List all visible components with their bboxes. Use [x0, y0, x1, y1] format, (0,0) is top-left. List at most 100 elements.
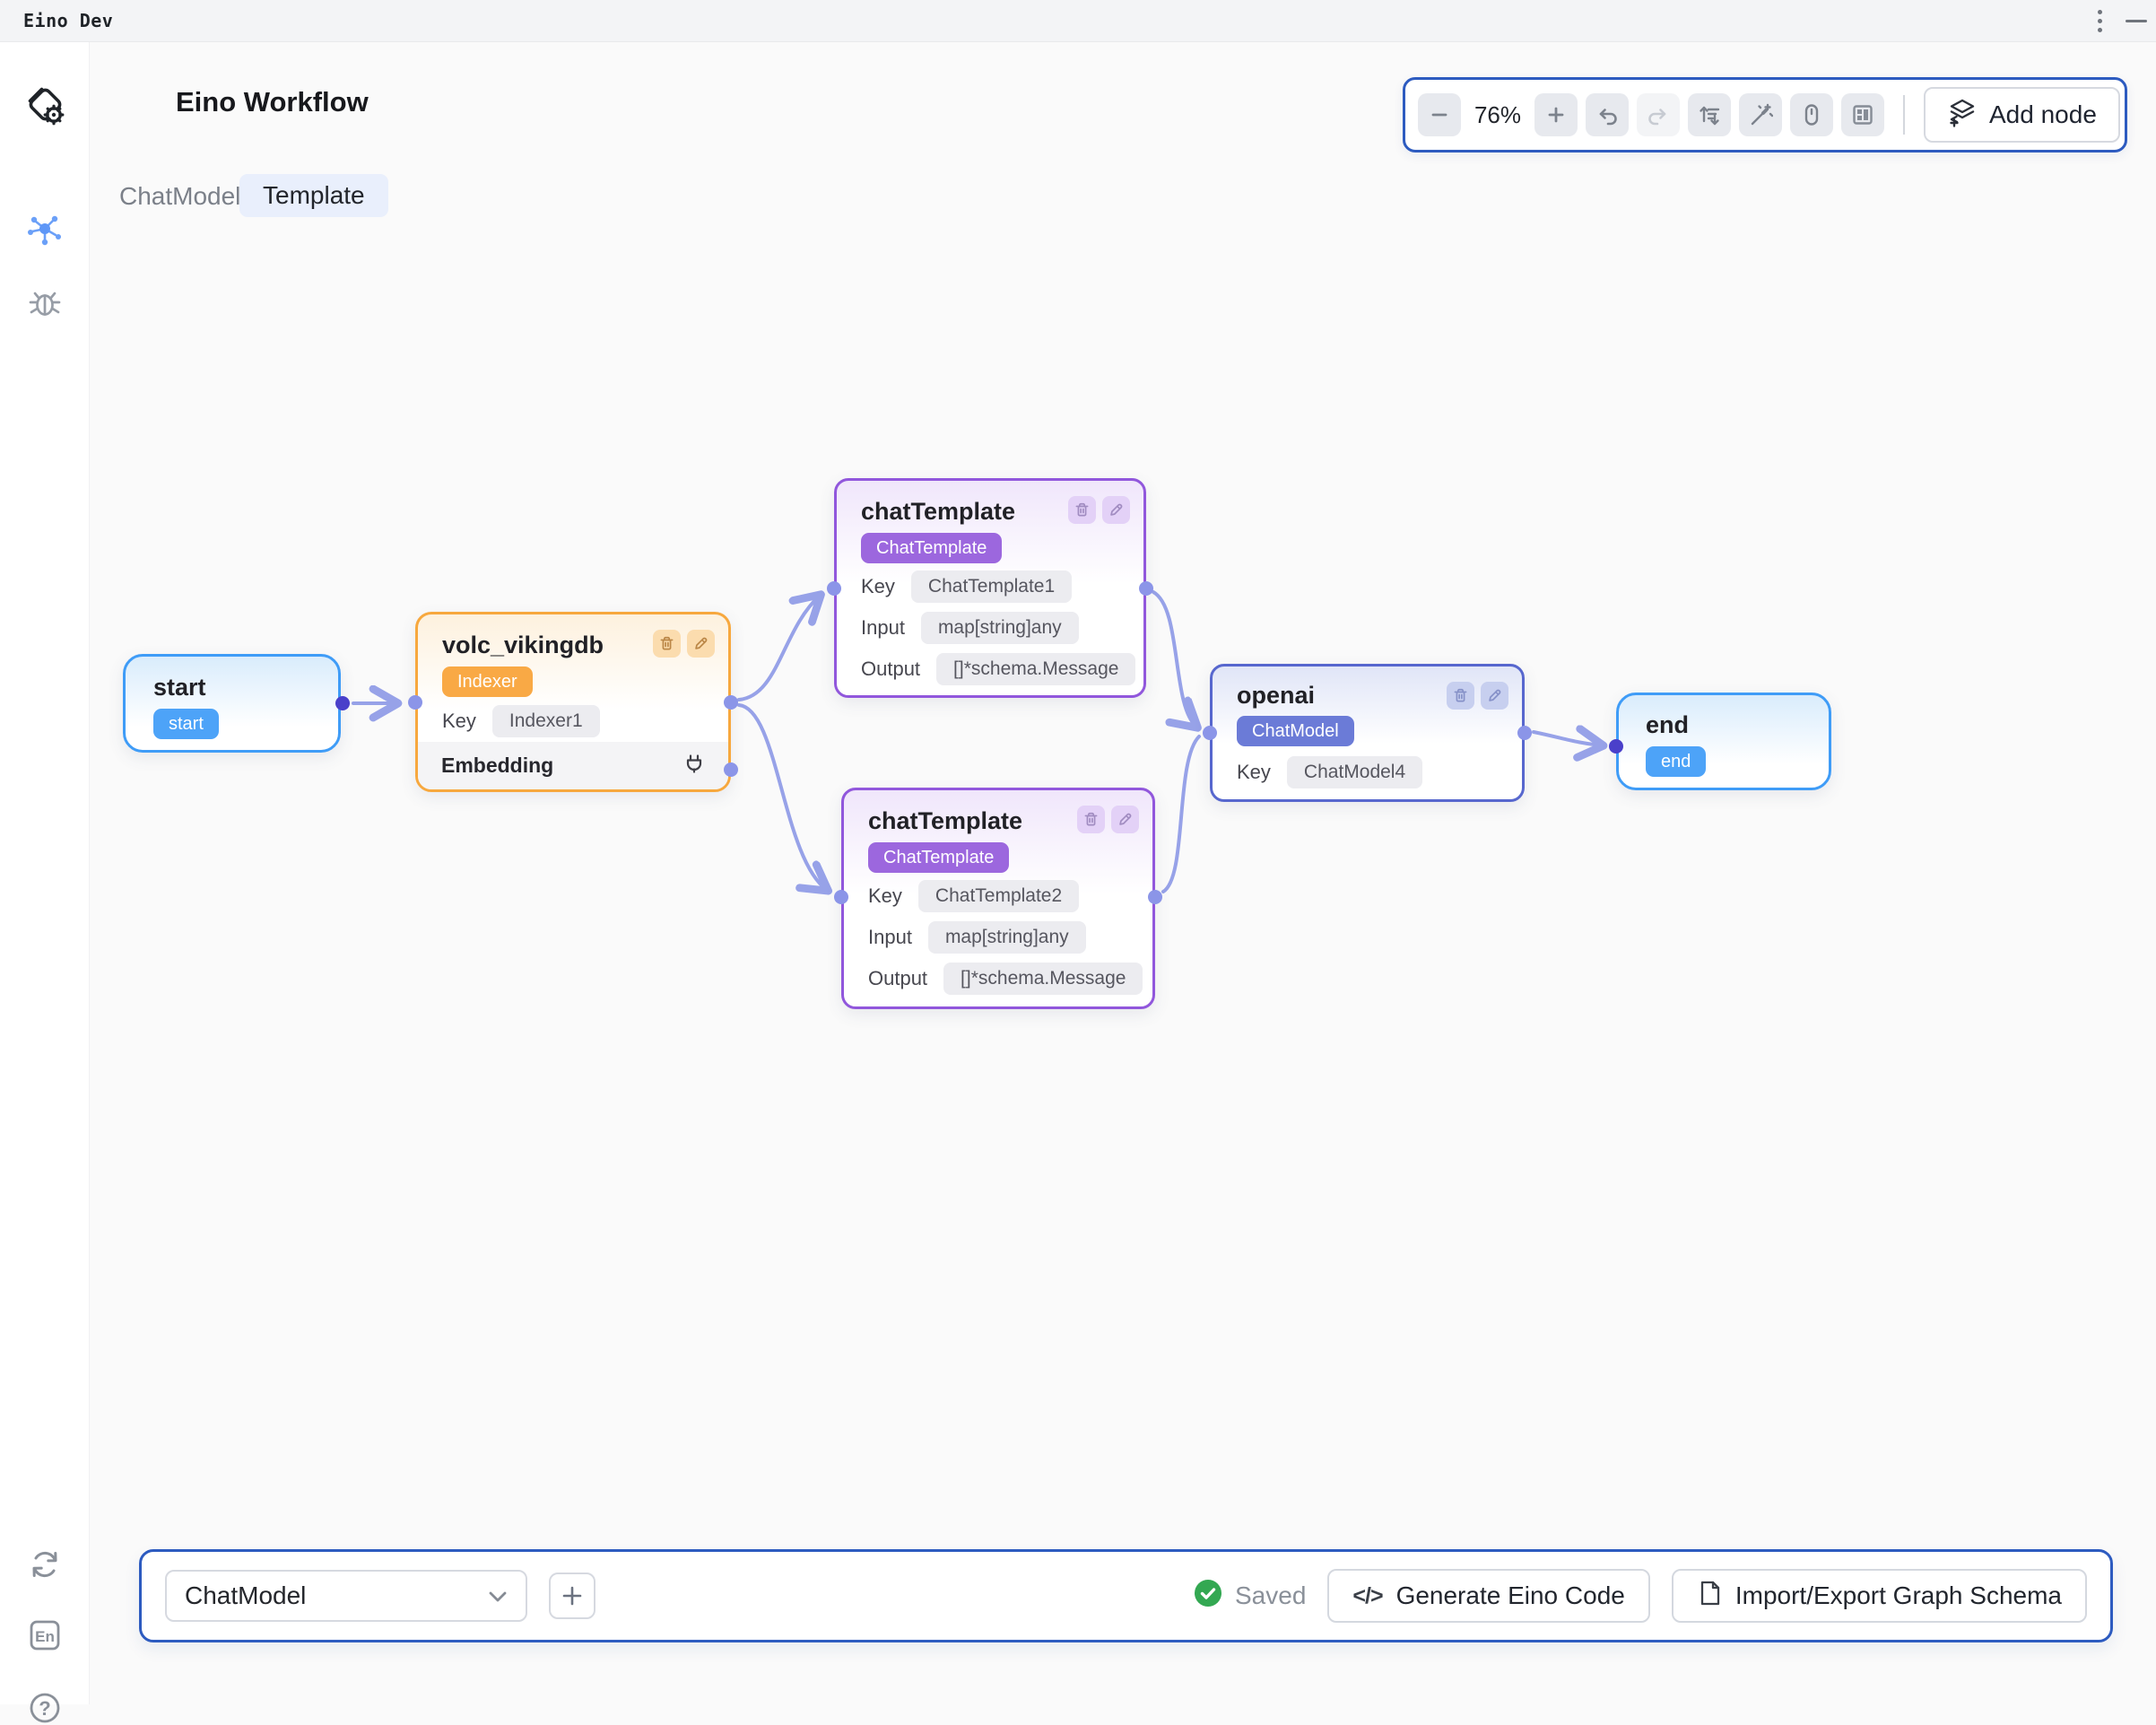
- node-openai[interactable]: openai ChatModel Key ChatModel4: [1210, 664, 1525, 802]
- left-sidebar: En ?: [0, 42, 90, 1704]
- row-label: Input: [868, 926, 912, 949]
- edit-node-button[interactable]: [1111, 806, 1139, 833]
- chevron-down-icon: [488, 1581, 508, 1610]
- input-row: Input map[string]any: [868, 921, 1086, 954]
- port-volc-embedding[interactable]: [724, 762, 738, 777]
- app-logo-icon: [21, 80, 69, 128]
- node-title: openai: [1237, 682, 1315, 710]
- port-start-output[interactable]: [335, 696, 350, 710]
- key-row: Key ChatModel4: [1237, 756, 1422, 788]
- edit-node-button[interactable]: [1102, 496, 1130, 524]
- refresh-icon[interactable]: [28, 1547, 62, 1581]
- node-start[interactable]: start start: [123, 654, 341, 753]
- help-icon[interactable]: ?: [28, 1691, 62, 1725]
- edge-chattemplate2-openai: [1163, 736, 1199, 892]
- node-type-badge: ChatTemplate: [861, 533, 1002, 563]
- import-export-schema-label: Import/Export Graph Schema: [1735, 1581, 2062, 1610]
- key-row: Key ChatTemplate1: [861, 571, 1072, 603]
- generate-eino-code-button[interactable]: </> Generate Eino Code: [1327, 1569, 1649, 1623]
- node-title: start: [153, 674, 206, 701]
- row-value: map[string]any: [928, 921, 1086, 954]
- zoom-in-button[interactable]: [1534, 93, 1578, 136]
- window-titlebar: Eino Dev: [0, 0, 2156, 42]
- row-label: Input: [861, 616, 905, 640]
- node-end[interactable]: end end: [1616, 693, 1831, 790]
- row-value: []*schema.Message: [936, 653, 1135, 685]
- row-label: Output: [868, 967, 927, 990]
- magic-wand-button[interactable]: [1739, 93, 1782, 136]
- window-title: Eino Dev: [23, 10, 113, 31]
- node-title: volc_vikingdb: [442, 632, 604, 659]
- node-type-badge: start: [153, 709, 219, 739]
- toolbar-divider: [1903, 95, 1905, 135]
- help-label: ?: [39, 1697, 50, 1720]
- row-label: Key: [861, 575, 895, 598]
- key-value: Indexer1: [492, 705, 600, 737]
- file-icon: [1697, 1580, 1722, 1613]
- import-export-schema-button[interactable]: Import/Export Graph Schema: [1672, 1569, 2087, 1623]
- port-chattemplate1-output[interactable]: [1139, 581, 1153, 596]
- edit-node-button[interactable]: [1481, 682, 1508, 710]
- save-status-label: Saved: [1235, 1581, 1306, 1610]
- titlebar-actions: [2094, 0, 2149, 42]
- node-title: end: [1646, 711, 1689, 739]
- code-icon: </>: [1352, 1583, 1382, 1609]
- port-chattemplate2-output[interactable]: [1148, 890, 1162, 904]
- mouse-settings-button[interactable]: [1790, 93, 1833, 136]
- minimap-button[interactable]: [1841, 93, 1884, 136]
- key-label: Key: [1237, 761, 1271, 784]
- graph-selector[interactable]: ChatModel: [165, 1570, 527, 1622]
- language-icon[interactable]: En: [28, 1618, 62, 1652]
- node-type-badge: ChatModel: [1237, 716, 1354, 746]
- undo-button[interactable]: [1586, 93, 1629, 136]
- zoom-level: 76%: [1469, 101, 1526, 129]
- delete-node-button[interactable]: [1068, 496, 1096, 524]
- port-openai-output[interactable]: [1517, 726, 1532, 740]
- port-openai-input[interactable]: [1203, 726, 1217, 740]
- debug-bug-icon[interactable]: [25, 283, 65, 322]
- add-node-label: Add node: [1989, 100, 2097, 129]
- edge-volc-chattemplate2: [739, 705, 827, 890]
- output-row: Output []*schema.Message: [868, 963, 1143, 995]
- edge-chattemplate1-openai: [1153, 592, 1196, 727]
- delete-node-button[interactable]: [1447, 682, 1474, 710]
- port-volc-input[interactable]: [408, 695, 422, 710]
- minimize-icon[interactable]: [2126, 20, 2147, 22]
- delete-node-button[interactable]: [653, 630, 681, 658]
- output-row: Output []*schema.Message: [861, 653, 1135, 685]
- save-status: Saved: [1194, 1579, 1306, 1614]
- edge-openai-end: [1534, 732, 1602, 745]
- node-type-badge: end: [1646, 746, 1706, 777]
- add-node-button[interactable]: Add node: [1924, 87, 2120, 143]
- add-graph-button[interactable]: [549, 1573, 596, 1619]
- tab-template[interactable]: Template: [239, 174, 388, 217]
- tab-chatmodel[interactable]: ChatModel: [119, 182, 240, 211]
- row-value: map[string]any: [921, 612, 1079, 644]
- port-chattemplate1-input[interactable]: [827, 581, 841, 596]
- row-value: []*schema.Message: [943, 963, 1143, 995]
- port-end-input[interactable]: [1609, 739, 1623, 754]
- delete-node-button[interactable]: [1077, 806, 1105, 833]
- zoom-out-button[interactable]: [1418, 93, 1461, 136]
- more-actions-icon[interactable]: [2094, 6, 2106, 36]
- canvas-toolbar: 76%: [1403, 77, 2127, 152]
- layers-plus-icon: [1947, 97, 1978, 134]
- node-chattemplate-1[interactable]: chatTemplate ChatTemplate Key ChatTempla…: [834, 478, 1146, 698]
- key-value: ChatModel4: [1287, 756, 1422, 788]
- key-label: Key: [442, 710, 476, 733]
- auto-layout-button[interactable]: [1688, 93, 1731, 136]
- node-type-badge: ChatTemplate: [868, 842, 1009, 873]
- port-chattemplate2-input[interactable]: [834, 890, 848, 904]
- bottom-bar: ChatModel Saved </> Generate Eino Code I…: [139, 1549, 2113, 1642]
- port-volc-output[interactable]: [724, 695, 738, 710]
- embedding-section[interactable]: Embedding: [418, 742, 728, 789]
- workflow-graph-icon[interactable]: [25, 209, 65, 248]
- node-volc-vikingdb[interactable]: volc_vikingdb Indexer Key Indexer1 Embed…: [415, 612, 731, 792]
- saved-check-icon: [1194, 1579, 1222, 1614]
- node-chattemplate-2[interactable]: chatTemplate ChatTemplate Key ChatTempla…: [841, 788, 1155, 1009]
- key-row: Key ChatTemplate2: [868, 880, 1079, 912]
- redo-button[interactable]: [1637, 93, 1680, 136]
- row-value: ChatTemplate1: [911, 571, 1072, 603]
- edit-node-button[interactable]: [687, 630, 715, 658]
- input-row: Input map[string]any: [861, 612, 1079, 644]
